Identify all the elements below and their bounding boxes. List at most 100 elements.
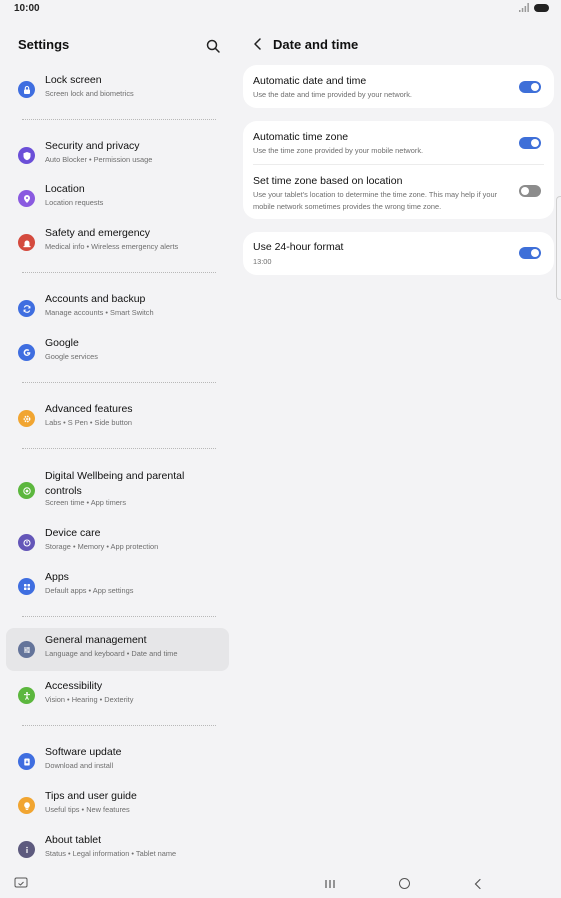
- navigation-bar: [0, 868, 561, 898]
- sidebar-item-security[interactable]: Security and privacy Auto Blocker • Perm…: [6, 134, 229, 177]
- settings-card: Automatic time zone Use the time zone pr…: [243, 121, 554, 219]
- sidebar-item-title: Accessibility: [45, 680, 103, 692]
- sidebar-item-title: Device care: [45, 527, 101, 539]
- 24-hour-format-toggle[interactable]: [519, 247, 541, 259]
- sidebar-item-accounts[interactable]: Accounts and backup Manage accounts • Sm…: [6, 287, 229, 330]
- row-subtitle: Use the date and time provided by your n…: [253, 90, 412, 99]
- recent-apps-icon[interactable]: [323, 879, 337, 889]
- sidebar-item-title: Location: [45, 183, 85, 195]
- sidebar-item-subtitle: Google services: [45, 352, 98, 361]
- sidebar-item-google[interactable]: Google Google services: [6, 331, 229, 374]
- settings-title: Settings: [18, 37, 70, 52]
- sidebar-item-title: Lock screen: [45, 74, 102, 86]
- row-title: Automatic date and time: [253, 75, 367, 87]
- sidebar-item-advanced-features[interactable]: Advanced features Labs • S Pen • Side bu…: [6, 397, 229, 440]
- sidebar-item-lock-screen[interactable]: Lock screen Screen lock and biometrics: [6, 68, 229, 111]
- toggle-knob: [531, 83, 539, 91]
- automatic-time-zone-toggle[interactable]: [519, 137, 541, 149]
- time-zone-location-toggle[interactable]: [519, 185, 541, 197]
- lightbulb-icon: [18, 797, 35, 814]
- sidebar-item-title: Security and privacy: [45, 140, 140, 152]
- search-icon[interactable]: [205, 38, 221, 54]
- sidebar-item-safety[interactable]: Safety and emergency Medical info • Wire…: [6, 221, 229, 264]
- sidebar-item-title: Safety and emergency: [45, 227, 151, 239]
- sidebar-item-digital-wellbeing[interactable]: Digital Wellbeing and parental controls …: [6, 463, 229, 520]
- sidebar-item-software-update[interactable]: Software update Download and install: [6, 740, 229, 783]
- sidebar-item-subtitle: Auto Blocker • Permission usage: [45, 155, 153, 164]
- sidebar-item-title: Tips and user guide: [45, 790, 137, 802]
- sidebar-item-subtitle: Screen time • App timers: [45, 498, 127, 507]
- status-bar: 10:00: [0, 0, 561, 18]
- toggle-knob: [521, 187, 529, 195]
- row-title: Automatic time zone: [253, 131, 349, 143]
- detail-header: Date and time: [244, 18, 554, 70]
- divider: [22, 382, 216, 383]
- sliders-icon: [18, 641, 35, 658]
- sidebar-item-accessibility[interactable]: Accessibility Vision • Hearing • Dexteri…: [6, 674, 229, 717]
- row-subtitle: 13:00: [253, 257, 272, 266]
- battery-icon: [534, 3, 549, 12]
- wellbeing-icon: [18, 482, 35, 499]
- sidebar-item-title: Accounts and backup: [45, 293, 146, 305]
- gear-plus-icon: [18, 410, 35, 427]
- lock-icon: [18, 81, 35, 98]
- google-icon: [18, 344, 35, 361]
- sidebar-item-apps[interactable]: Apps Default apps • App settings: [6, 565, 229, 608]
- sidebar-item-tips[interactable]: Tips and user guide Useful tips • New fe…: [6, 784, 229, 827]
- automatic-date-time-row[interactable]: Automatic date and time Use the date and…: [243, 65, 554, 108]
- divider: [22, 119, 216, 120]
- update-icon: [18, 753, 35, 770]
- divider: [22, 725, 216, 726]
- status-time: 10:00: [14, 3, 40, 14]
- sidebar-item-subtitle: Medical info • Wireless emergency alerts: [45, 242, 179, 251]
- sidebar-item-subtitle: Manage accounts • Smart Switch: [45, 308, 154, 317]
- sidebar-item-subtitle: Default apps • App settings: [45, 586, 134, 595]
- siren-icon: [18, 234, 35, 251]
- sidebar-item-subtitle: Storage • Memory • App protection: [45, 542, 159, 551]
- page-title: Date and time: [273, 37, 359, 52]
- shield-icon: [18, 147, 35, 164]
- divider: [22, 448, 216, 449]
- accessibility-icon: [18, 687, 35, 704]
- sidebar-item-location[interactable]: Location Location requests: [6, 177, 229, 220]
- row-title: Use 24-hour format: [253, 241, 344, 253]
- keyboard-switch-icon[interactable]: [14, 877, 28, 889]
- sidebar-item-device-care[interactable]: Device care Storage • Memory • App prote…: [6, 521, 229, 564]
- automatic-date-time-toggle[interactable]: [519, 81, 541, 93]
- sync-icon: [18, 300, 35, 317]
- 24-hour-format-row[interactable]: Use 24-hour format 13:00: [243, 232, 554, 275]
- settings-card: Use 24-hour format 13:00: [243, 232, 554, 275]
- sidebar-item-title: General management: [45, 634, 147, 646]
- divider: [22, 272, 216, 273]
- sidebar-item-title: Software update: [45, 746, 122, 758]
- sidebar-item-subtitle: Location requests: [45, 198, 104, 207]
- edge-panel-handle[interactable]: [556, 196, 561, 300]
- location-pin-icon: [18, 190, 35, 207]
- sidebar-item-subtitle: Labs • S Pen • Side button: [45, 418, 132, 427]
- row-title: Set time zone based on location: [253, 175, 403, 187]
- sidebar-item-general-management[interactable]: General management Language and keyboard…: [6, 628, 229, 671]
- info-icon: [18, 841, 35, 858]
- automatic-time-zone-row[interactable]: Automatic time zone Use the time zone pr…: [243, 121, 554, 164]
- sidebar-item-subtitle: Vision • Hearing • Dexterity: [45, 695, 134, 704]
- back-arrow-icon[interactable]: [252, 37, 264, 51]
- toggle-knob: [531, 139, 539, 147]
- sidebar-item-subtitle: Screen lock and biometrics: [45, 89, 134, 98]
- divider: [22, 616, 216, 617]
- sidebar-item-title: Advanced features: [45, 403, 133, 415]
- settings-sidebar: Settings Lock screen Screen lock and bio…: [0, 18, 238, 868]
- sidebar-item-title: About tablet: [45, 834, 102, 846]
- sidebar-item-subtitle: Download and install: [45, 761, 114, 770]
- sidebar-item-subtitle: Status • Legal information • Tablet name: [45, 849, 177, 858]
- time-zone-location-row[interactable]: Set time zone based on location Use your…: [243, 165, 554, 219]
- apps-grid-icon: [18, 578, 35, 595]
- back-icon[interactable]: [473, 878, 483, 890]
- settings-card: Automatic date and time Use the date and…: [243, 65, 554, 108]
- toggle-knob: [531, 249, 539, 257]
- sidebar-item-subtitle: Useful tips • New features: [45, 805, 130, 814]
- sidebar-item-title: Digital Wellbeing and parental controls: [45, 470, 185, 497]
- signal-icon: [519, 3, 529, 12]
- home-icon[interactable]: [399, 878, 410, 889]
- row-subtitle: Use your tablet's location to determine …: [253, 190, 498, 211]
- sidebar-item-about-tablet[interactable]: About tablet Status • Legal information …: [6, 828, 229, 871]
